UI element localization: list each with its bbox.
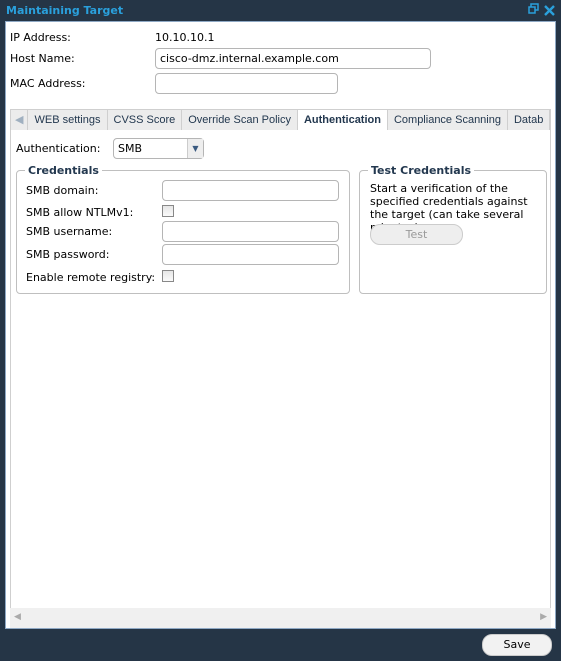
smb-ntlm-label: SMB allow NTLMv1: (26, 206, 134, 219)
test-credentials-legend: Test Credentials (371, 164, 472, 177)
smb-ntlm-checkbox[interactable] (162, 205, 174, 217)
smb-domain-input[interactable] (162, 180, 339, 201)
authentication-selected: SMB (118, 142, 143, 155)
window-title: Maintaining Target (6, 4, 124, 17)
save-button[interactable]: Save (482, 634, 552, 656)
credentials-legend: Credentials (28, 164, 99, 177)
tab-authentication[interactable]: Authentication (297, 110, 388, 130)
tab-web-settings[interactable]: WEB settings (28, 110, 108, 130)
host-name-label: Host Name: (10, 52, 75, 65)
remote-registry-checkbox[interactable] (162, 270, 174, 282)
horizontal-scrollbar[interactable]: ◀ ▶ (10, 608, 551, 628)
authentication-label: Authentication: (16, 142, 101, 155)
ip-address-value: 10.10.10.1 (155, 31, 215, 44)
scroll-right-icon[interactable]: ▶ (540, 612, 547, 622)
smb-domain-label: SMB domain: (26, 184, 99, 197)
tab-override-scan-policy[interactable]: Override Scan Policy (182, 110, 298, 130)
chevron-down-icon[interactable]: ▼ (187, 139, 203, 158)
tab-scroll-left-icon[interactable]: ◀ (11, 110, 29, 130)
smb-username-input[interactable] (162, 221, 339, 242)
tab-strip: ◀ WEB settings CVSS Score Override Scan … (10, 109, 551, 130)
smb-password-label: SMB password: (26, 248, 110, 261)
remote-registry-label: Enable remote registry: (26, 271, 156, 284)
tab-cvss-score[interactable]: CVSS Score (107, 110, 183, 130)
smb-username-label: SMB username: (26, 225, 113, 238)
authentication-select[interactable]: SMB ▼ (113, 138, 204, 159)
mac-address-input[interactable] (155, 73, 338, 94)
ip-address-label: IP Address: (10, 31, 71, 44)
mac-address-label: MAC Address: (10, 77, 86, 90)
restore-window-icon[interactable] (528, 3, 539, 18)
host-name-input[interactable]: cisco-dmz.internal.example.com (155, 48, 431, 69)
tab-database[interactable]: Datab (507, 110, 551, 130)
scroll-left-icon[interactable]: ◀ (14, 612, 21, 622)
test-button[interactable]: Test (370, 224, 463, 245)
close-icon[interactable] (544, 5, 555, 20)
tab-compliance-scanning[interactable]: Compliance Scanning (387, 110, 508, 130)
smb-password-input[interactable] (162, 244, 339, 265)
